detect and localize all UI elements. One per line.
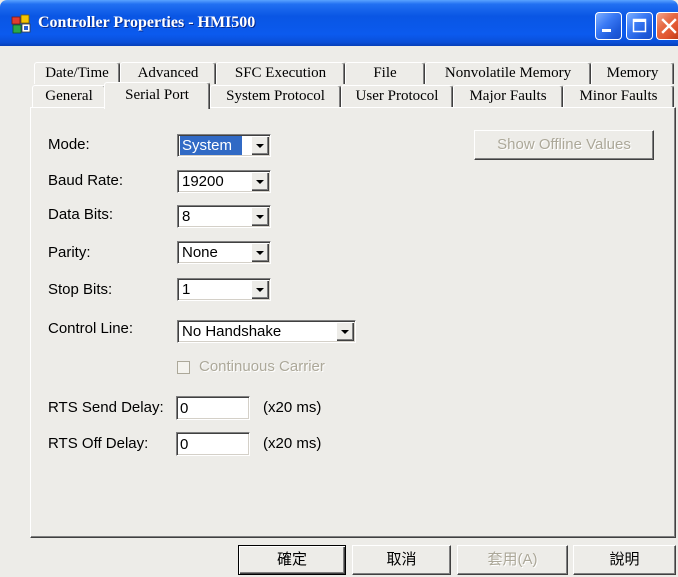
parity-combobox[interactable]: None [177, 241, 271, 264]
minimize-icon [602, 29, 611, 32]
tab-nonvolatile-memory[interactable]: Nonvolatile Memory [425, 62, 591, 84]
tab-date-time[interactable]: Date/Time [34, 62, 120, 84]
mode-dropdown-button[interactable] [251, 136, 269, 155]
close-button[interactable] [656, 12, 678, 40]
stop-bits-label: Stop Bits: [48, 281, 113, 298]
tab-advanced[interactable]: Advanced [120, 62, 216, 84]
tab-general[interactable]: General [32, 85, 106, 107]
maximize-button[interactable] [626, 12, 653, 40]
rts-off-delay-input[interactable] [176, 432, 250, 456]
data-bits-value: 8 [182, 208, 191, 225]
window-title: Controller Properties - HMI500 [38, 14, 256, 31]
minimize-button[interactable] [595, 12, 622, 40]
parity-value: None [182, 244, 218, 261]
mode-combobox[interactable]: System [177, 134, 271, 157]
maximize-icon [632, 18, 647, 33]
mode-label: Mode: [48, 136, 90, 153]
ok-button[interactable]: 確定 [238, 545, 346, 575]
mode-value: System [180, 136, 242, 155]
apply-button[interactable]: 套用(A) [457, 545, 568, 575]
rts-send-delay-input[interactable] [176, 396, 250, 420]
tab-file[interactable]: File [345, 62, 425, 84]
chevron-down-icon [341, 330, 349, 334]
title-bar[interactable]: Controller Properties - HMI500 [0, 0, 678, 46]
tab-minor-faults[interactable]: Minor Faults [563, 85, 674, 107]
chevron-down-icon [256, 251, 264, 255]
cancel-button[interactable]: 取消 [352, 545, 451, 575]
baud-rate-dropdown-button[interactable] [251, 172, 269, 191]
baud-rate-value: 19200 [182, 173, 224, 190]
tab-system-protocol[interactable]: System Protocol [210, 85, 341, 107]
tab-major-faults[interactable]: Major Faults [453, 85, 563, 107]
baud-rate-combobox[interactable]: 19200 [177, 170, 271, 193]
rts-send-delay-label: RTS Send Delay: [48, 399, 164, 416]
chevron-down-icon [256, 215, 264, 219]
rts-send-delay-unit: (x20 ms) [263, 399, 322, 416]
data-bits-label: Data Bits: [48, 206, 114, 223]
tab-serial-port[interactable]: Serial Port [104, 82, 210, 109]
parity-dropdown-button[interactable] [251, 243, 269, 262]
continuous-carrier-checkbox[interactable] [177, 361, 190, 374]
control-line-value: No Handshake [182, 323, 282, 340]
chevron-down-icon [256, 180, 264, 184]
stop-bits-value: 1 [182, 281, 191, 298]
stop-bits-dropdown-button[interactable] [251, 280, 269, 299]
rts-off-delay-label: RTS Off Delay: [48, 435, 149, 452]
controller-properties-icon[interactable] [11, 14, 31, 34]
chevron-down-icon [256, 288, 264, 292]
continuous-carrier-label: Continuous Carrier [199, 358, 325, 375]
stop-bits-combobox[interactable]: 1 [177, 278, 271, 301]
tab-user-protocol[interactable]: User Protocol [341, 85, 453, 107]
baud-rate-label: Baud Rate: [48, 172, 124, 189]
control-line-label: Control Line: [48, 320, 134, 337]
show-offline-values-button[interactable]: Show Offline Values [474, 130, 654, 160]
parity-label: Parity: [48, 244, 91, 261]
help-button[interactable]: 說明 [573, 545, 676, 575]
serial-port-tab-page: Mode: System Show Offline Values Baud Ra… [30, 107, 676, 538]
data-bits-dropdown-button[interactable] [251, 207, 269, 226]
tab-sfc-execution[interactable]: SFC Execution [216, 62, 345, 84]
control-line-dropdown-button[interactable] [336, 322, 354, 341]
tab-memory[interactable]: Memory [591, 62, 674, 84]
close-icon [661, 18, 677, 34]
control-line-combobox[interactable]: No Handshake [177, 320, 356, 343]
data-bits-combobox[interactable]: 8 [177, 205, 271, 228]
chevron-down-icon [256, 144, 264, 148]
rts-off-delay-unit: (x20 ms) [263, 435, 322, 452]
